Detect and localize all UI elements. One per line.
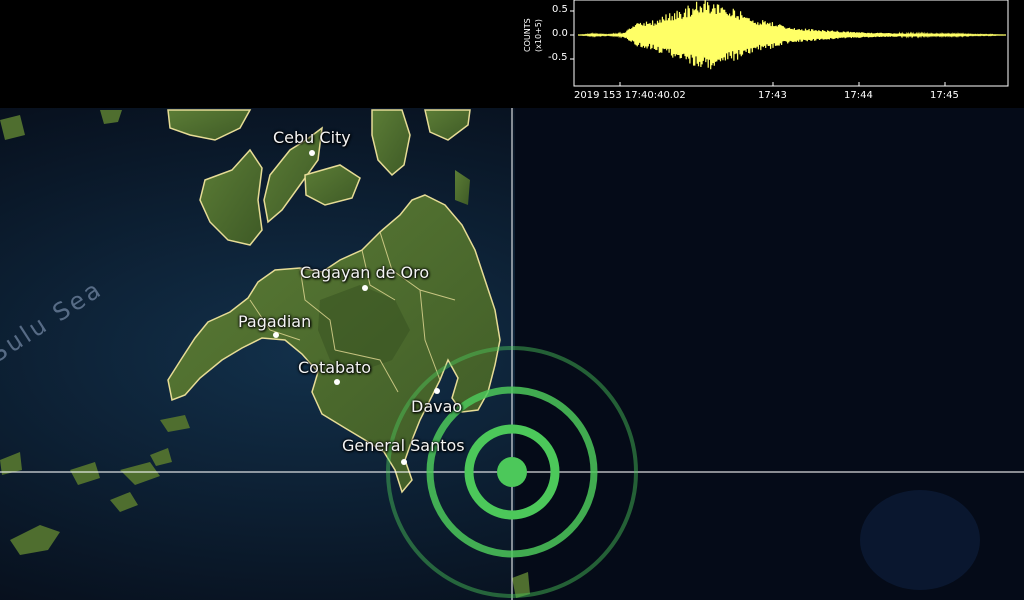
y-tick-label-0.0: 0.0 [552,28,568,39]
y-axis-title-line1: COUNTS [523,18,532,52]
city-dot-davao [434,388,440,394]
city-label-pagadian[interactable]: Pagadian [238,312,311,331]
x-tick-label-17-43: 17:43 [758,90,787,101]
city-label-cotabato[interactable]: Cotabato [298,358,371,377]
earthquake-map-view: Sulu Sea Cebu City Cagayan de Oro Pagadi… [0,0,1024,600]
city-label-davao[interactable]: Davao [411,397,462,416]
city-dot-cagayan-de-oro [362,285,368,291]
x-tick-label-start: 2019 153 17:40:40.02 [574,90,686,101]
y-tick-label-0.5: 0.5 [552,4,568,15]
city-dot-cebu-city [309,150,315,156]
city-dot-cotabato [334,379,340,385]
ocean-glow [860,490,980,590]
x-tick-label-17-44: 17:44 [844,90,873,101]
city-label-cebu-city[interactable]: Cebu City [273,128,351,147]
y-tick-label--0.5: -0.5 [548,52,568,63]
y-axis-title-line2: (x10+5) [534,19,543,52]
x-tick-label-17-45: 17:45 [930,90,959,101]
seismogram-panel: COUNTS (x10+5) 0.5 0.0 -0.5 2019 153 17:… [510,0,1024,108]
city-dot-general-santos [401,459,407,465]
city-dot-pagadian [273,332,279,338]
city-label-cagayan-de-oro[interactable]: Cagayan de Oro [300,263,429,282]
city-label-general-santos[interactable]: General Santos [342,436,465,455]
